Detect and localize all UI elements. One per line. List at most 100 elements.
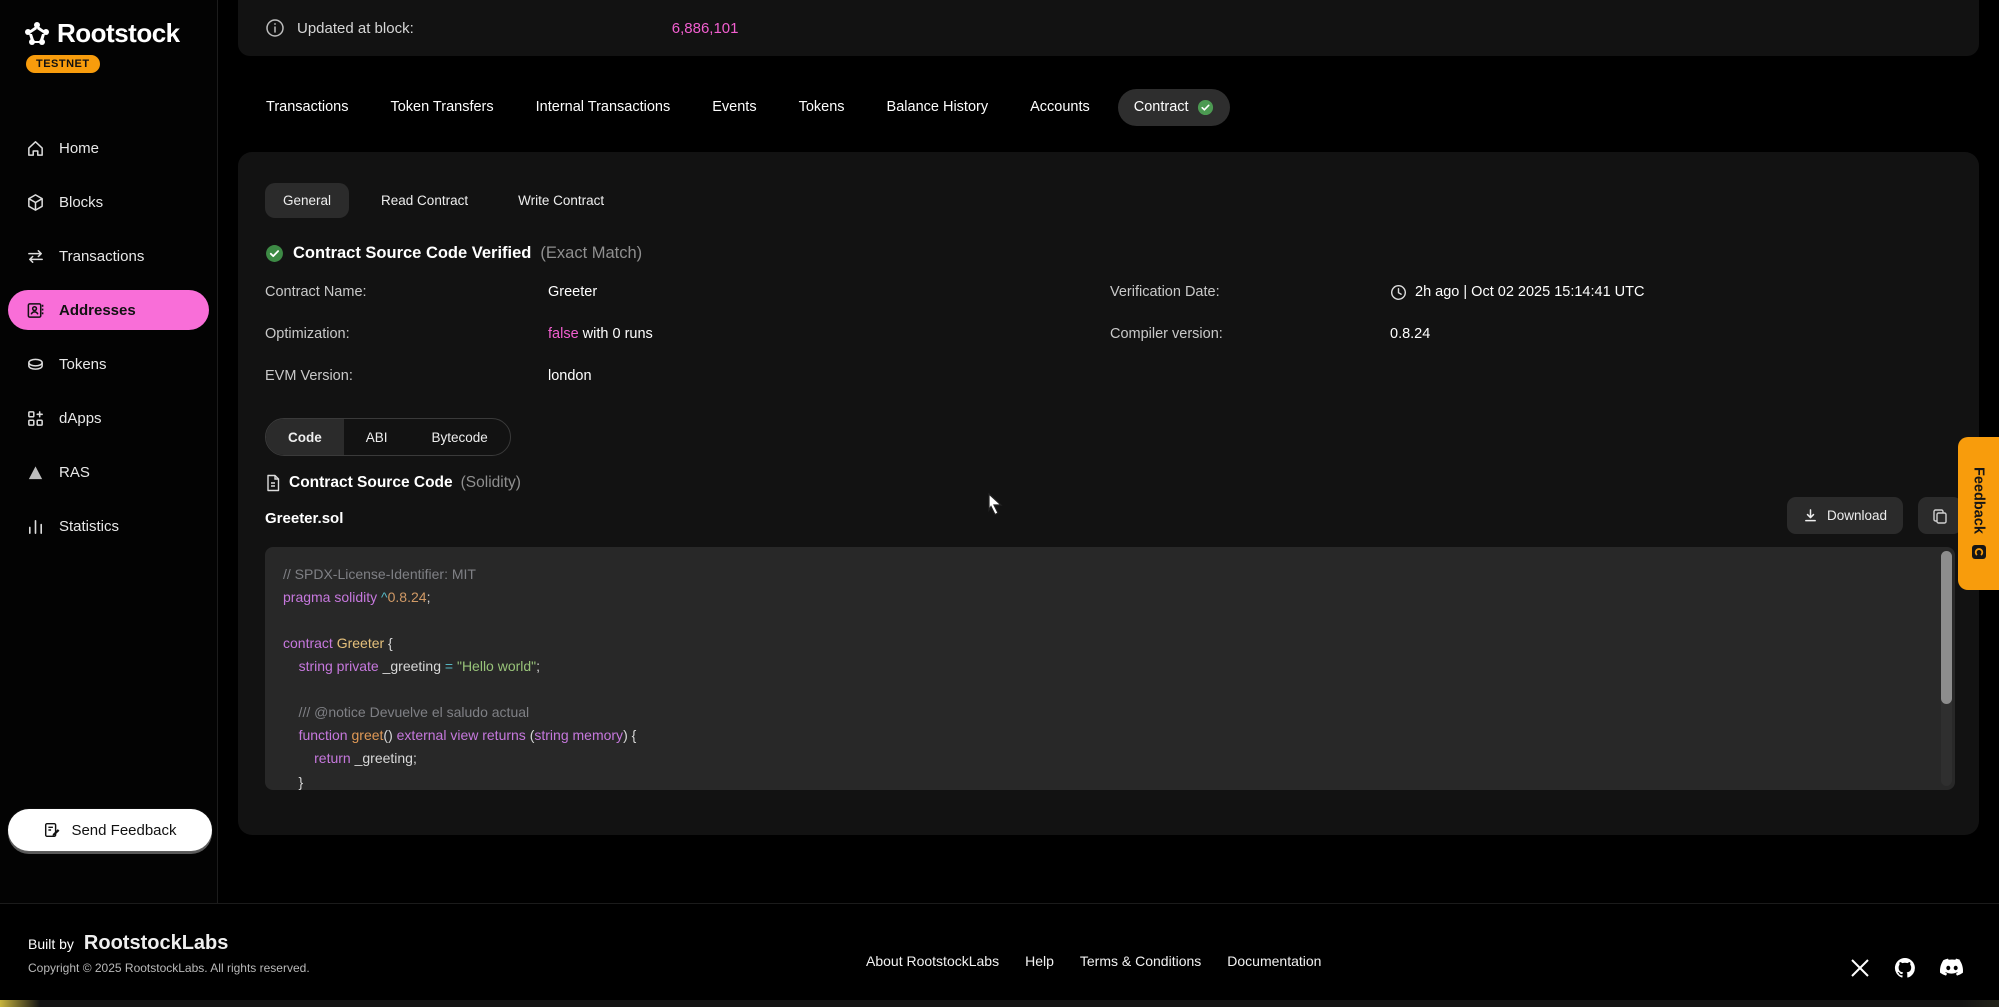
updated-at-block-bar: Updated at block: 6,886,101 bbox=[238, 0, 1979, 56]
clock-icon bbox=[1390, 284, 1407, 301]
detail-row-3: EVM Version: london bbox=[265, 364, 1952, 388]
blocks-icon bbox=[26, 193, 45, 212]
feedback-tab-icon bbox=[1971, 544, 1987, 560]
subtab-write-contract[interactable]: Write Contract bbox=[500, 183, 622, 218]
sidebar-item-tokens[interactable]: Tokens bbox=[8, 344, 209, 384]
sidebar-item-home[interactable]: Home bbox=[8, 128, 209, 168]
footer-link-about[interactable]: About RootstockLabs bbox=[866, 953, 999, 969]
compiler-version-label: Compiler version: bbox=[1110, 326, 1223, 342]
source-code-language: (Solidity) bbox=[461, 474, 521, 492]
address-tabs: Transactions Token Transfers Internal Tr… bbox=[252, 85, 1230, 129]
feedback-tab-label: Feedback bbox=[1971, 467, 1987, 534]
footer-socials bbox=[1849, 956, 1965, 980]
detail-row-1: Contract Name: Greeter Verification Date… bbox=[265, 280, 1952, 304]
feedback-side-tab[interactable]: Feedback bbox=[1958, 437, 1999, 590]
optimization-flag: false bbox=[548, 326, 579, 342]
tab-balance-history[interactable]: Balance History bbox=[873, 89, 1003, 125]
send-feedback-button[interactable]: Send Feedback bbox=[8, 809, 212, 851]
footer: Built by RootstockLabs Copyright © 2025 … bbox=[0, 903, 1999, 1000]
source-code-lines: // SPDX-License-Identifier: MITpragma so… bbox=[283, 563, 1935, 790]
contract-name-label: Contract Name: bbox=[265, 284, 367, 300]
sidebar-item-label: dApps bbox=[59, 410, 102, 427]
contract-subtabs: General Read Contract Write Contract bbox=[265, 183, 622, 218]
code-scrollbar-track[interactable] bbox=[1941, 551, 1952, 786]
code-line: pragma solidity ^0.8.24; bbox=[283, 586, 1935, 609]
sidebar-item-label: Blocks bbox=[59, 194, 103, 211]
code-line: return _greeting; bbox=[283, 747, 1935, 770]
verified-title: Contract Source Code Verified bbox=[293, 244, 531, 263]
github-icon[interactable] bbox=[1893, 956, 1917, 980]
sidebar-item-label: Addresses bbox=[59, 302, 136, 319]
code-line bbox=[283, 610, 1935, 632]
source-code-viewer[interactable]: // SPDX-License-Identifier: MITpragma so… bbox=[265, 547, 1955, 790]
rootstock-logo-icon bbox=[24, 21, 50, 47]
compiler-version-value: 0.8.24 bbox=[1390, 326, 1430, 342]
copy-icon bbox=[1932, 508, 1948, 524]
verification-date-value: 2h ago | Oct 02 2025 15:14:41 UTC bbox=[1390, 284, 1644, 301]
tokens-icon bbox=[26, 355, 45, 374]
tab-events[interactable]: Events bbox=[698, 89, 770, 125]
footer-link-documentation[interactable]: Documentation bbox=[1227, 953, 1321, 969]
sidebar-item-label: Transactions bbox=[59, 248, 144, 265]
home-icon bbox=[26, 139, 45, 158]
subtab-read-contract[interactable]: Read Contract bbox=[363, 183, 486, 218]
tab-tokens[interactable]: Tokens bbox=[785, 89, 859, 125]
toggle-bytecode[interactable]: Bytecode bbox=[410, 419, 510, 455]
info-icon bbox=[265, 18, 285, 38]
sidebar-item-transactions[interactable]: Transactions bbox=[8, 236, 209, 276]
sidebar-nav: Home Blocks Transactions Addresses Token… bbox=[0, 121, 217, 553]
tab-token-transfers[interactable]: Token Transfers bbox=[376, 89, 507, 125]
verified-badge-icon bbox=[265, 244, 284, 263]
source-file-name: Greeter.sol bbox=[265, 510, 343, 527]
optimization-label: Optimization: bbox=[265, 326, 350, 342]
sidebar-item-dapps[interactable]: dApps bbox=[8, 398, 209, 438]
footer-brand-name[interactable]: RootstockLabs bbox=[84, 932, 228, 955]
updated-at-block-value[interactable]: 6,886,101 bbox=[672, 20, 739, 37]
source-code-header: Contract Source Code (Solidity) bbox=[265, 474, 521, 492]
footer-link-help[interactable]: Help bbox=[1025, 953, 1054, 969]
sidebar-item-blocks[interactable]: Blocks bbox=[8, 182, 209, 222]
subtab-general[interactable]: General bbox=[265, 183, 349, 218]
code-view-toggle: Code ABI Bytecode bbox=[265, 418, 511, 456]
bottom-accent-strip bbox=[0, 1000, 1999, 1007]
testnet-badge: TESTNET bbox=[26, 55, 100, 73]
footer-link-terms[interactable]: Terms & Conditions bbox=[1080, 953, 1201, 969]
addresses-icon bbox=[26, 301, 45, 320]
code-line bbox=[283, 678, 1935, 700]
code-line: // SPDX-License-Identifier: MIT bbox=[283, 563, 1935, 586]
code-scrollbar-thumb[interactable] bbox=[1941, 551, 1952, 704]
toggle-abi[interactable]: ABI bbox=[344, 419, 410, 455]
code-line: string private _greeting = "Hello world"… bbox=[283, 655, 1935, 678]
tab-transactions[interactable]: Transactions bbox=[252, 89, 362, 125]
footer-links: About RootstockLabs Help Terms & Conditi… bbox=[866, 953, 1321, 969]
sidebar-item-label: Home bbox=[59, 140, 99, 157]
contract-name-value: Greeter bbox=[548, 284, 597, 300]
sidebar-item-addresses[interactable]: Addresses bbox=[8, 290, 209, 330]
code-line: /// @notice Devuelve el saludo actual bbox=[283, 701, 1935, 724]
x-twitter-icon[interactable] bbox=[1849, 957, 1871, 979]
tab-internal-transactions[interactable]: Internal Transactions bbox=[522, 89, 685, 125]
send-feedback-icon bbox=[43, 821, 61, 839]
tab-accounts[interactable]: Accounts bbox=[1016, 89, 1104, 125]
verification-date-label: Verification Date: bbox=[1110, 284, 1220, 300]
verified-note: (Exact Match) bbox=[540, 244, 642, 263]
discord-icon[interactable] bbox=[1939, 958, 1965, 978]
optimization-runs: with 0 runs bbox=[579, 326, 653, 342]
brand-logo[interactable]: Rootstock bbox=[0, 0, 217, 49]
verified-status-row: Contract Source Code Verified (Exact Mat… bbox=[265, 244, 642, 263]
tab-contract[interactable]: Contract bbox=[1118, 89, 1230, 126]
source-code-title: Contract Source Code bbox=[289, 474, 453, 492]
evm-version-label: EVM Version: bbox=[265, 368, 353, 384]
brand-name: Rootstock bbox=[57, 18, 180, 49]
download-label: Download bbox=[1827, 508, 1887, 523]
download-icon bbox=[1803, 508, 1818, 523]
tab-contract-label: Contract bbox=[1134, 99, 1189, 115]
toggle-code[interactable]: Code bbox=[266, 419, 344, 455]
copy-source-button[interactable] bbox=[1918, 497, 1962, 534]
download-button[interactable]: Download bbox=[1787, 497, 1903, 534]
sidebar-item-ras[interactable]: RAS bbox=[8, 452, 209, 492]
sidebar-item-label: Statistics bbox=[59, 518, 119, 535]
sidebar-item-label: Tokens bbox=[59, 356, 107, 373]
sidebar-item-label: RAS bbox=[59, 464, 90, 481]
sidebar-item-statistics[interactable]: Statistics bbox=[8, 506, 209, 546]
